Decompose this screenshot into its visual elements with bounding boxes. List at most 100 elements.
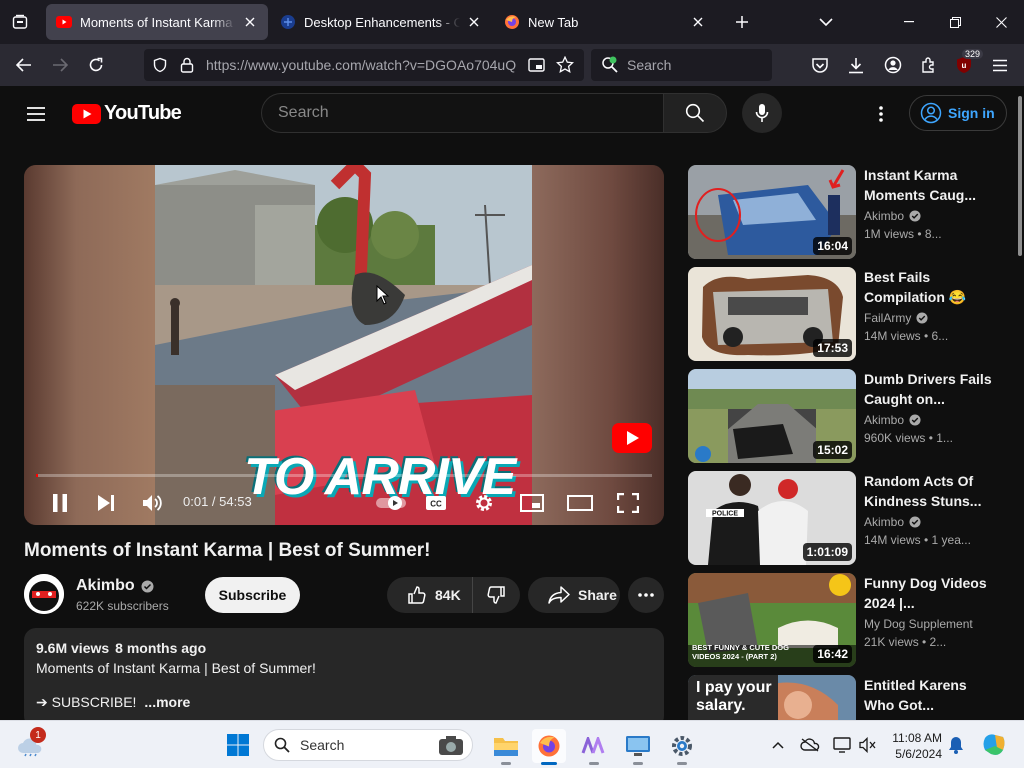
close-tab-icon[interactable] [690,14,706,30]
close-tab-icon[interactable] [242,14,258,30]
recommendation-thumbnail[interactable]: 17:53 [688,267,856,361]
recommendation-thumbnail[interactable]: POLICE 1:01:09 [688,471,856,565]
sign-in-button[interactable]: Sign in [909,95,1007,131]
progress-bar[interactable] [36,474,652,477]
recommendation-thumbnail[interactable]: I pay your salary. [688,675,856,720]
recommendation-title[interactable]: Instant Karma Moments Caug... [864,165,994,205]
scrollbar-thumb[interactable] [1018,96,1022,256]
file-explorer-icon[interactable] [489,729,523,765]
restore-icon[interactable] [932,0,978,44]
kebab-menu-icon[interactable] [868,100,894,128]
current-time: 0:01 [183,494,209,509]
settings-gear-icon[interactable] [466,485,502,521]
channel-name[interactable]: Akimbo [76,577,154,595]
like-button[interactable]: 84K [387,577,473,613]
youtube-watermark-icon[interactable] [612,423,652,453]
recommendation-title[interactable]: Best Fails Compilation 😂 [864,267,994,307]
pocket-icon[interactable] [808,53,832,77]
display-icon[interactable] [832,735,852,755]
chevron-up-icon[interactable] [768,735,788,755]
share-button[interactable]: Share [528,577,620,613]
copilot-icon[interactable] [981,732,1007,758]
video-duration: 1:01:09 [802,543,852,561]
windows-start-icon[interactable] [226,733,250,757]
share-label: Share [578,587,617,603]
app-indicator [633,762,643,765]
recommendation-title[interactable]: Funny Dog Videos 2024 |... [864,573,994,613]
reload-icon[interactable] [79,49,113,81]
recommendation-item[interactable]: 17:53 Best Fails Compilation 😂 FailArmy … [688,267,1008,361]
back-arrow-icon[interactable] [7,49,41,81]
extensions-puzzle-icon[interactable] [917,53,941,77]
close-tab-icon[interactable] [466,14,482,30]
video-player[interactable]: TO ARRIVE 0:01 / 54:53 CC [24,165,664,525]
weather-widget-icon[interactable]: 1 [16,727,46,759]
firefox-taskbar-icon[interactable] [532,729,566,765]
downloads-icon[interactable] [844,53,868,77]
miniplayer-icon[interactable] [514,485,550,521]
autoplay-toggle-icon[interactable] [374,485,410,521]
tab-youtube-karma[interactable]: Moments of Instant Karma | Best [46,4,268,40]
microphone-icon[interactable] [742,93,782,133]
bookmark-star-icon[interactable] [556,56,574,73]
shield-icon[interactable] [152,57,168,73]
tab-new-tab[interactable]: New Tab [494,4,716,40]
system-clock[interactable]: 11:08 AM 5/6/2024 [890,730,942,762]
channel-avatar[interactable] [24,574,64,614]
recommendation-item[interactable]: 15:02 Dumb Drivers Fails Caught on... Ak… [688,369,1008,463]
recommendation-item[interactable]: BEST FUNNY & CUTE DOG VIDEOS 2024 - (PAR… [688,573,1008,667]
recommendation-title[interactable]: Dumb Drivers Fails Caught on... [864,369,994,409]
taskbar-search[interactable]: Search [263,729,473,761]
recommendation-item[interactable]: 16:04 Instant Karma Moments Caug... Akim… [688,165,1008,259]
dots-app-icon[interactable] [577,729,611,765]
show-more-link[interactable]: ...more [144,694,190,711]
firefox-view-icon[interactable] [0,0,40,44]
theater-mode-icon[interactable] [562,485,598,521]
recommendation-channel: My Dog Supplement [864,617,973,631]
more-actions-icon[interactable] [628,577,664,613]
list-all-tabs-chevron-icon[interactable] [812,8,840,36]
onedrive-offline-icon[interactable] [800,735,820,755]
next-video-icon[interactable] [88,485,124,521]
browser-search-bar[interactable]: Search [591,49,772,81]
recommendation-thumbnail[interactable]: BEST FUNNY & CUTE DOG VIDEOS 2024 - (PAR… [688,573,856,667]
recommendation-thumbnail[interactable]: 16:04 [688,165,856,259]
youtube-logo[interactable]: YouTube [72,102,182,125]
recommendation-item[interactable]: I pay your salary. Entitled Karens Who G… [688,675,1008,720]
pause-icon[interactable] [42,485,78,521]
lock-icon[interactable] [180,57,194,73]
forward-arrow-icon[interactable] [43,49,77,81]
clock-time: 11:08 AM [892,731,942,745]
like-dislike-group: 84K [387,577,520,613]
search-icon[interactable] [663,93,727,133]
settings-gear-icon[interactable] [665,729,699,765]
tab-desktop-enhancements[interactable]: Desktop Enhancements - Other [270,4,492,40]
remote-desktop-icon[interactable] [621,729,655,765]
hamburger-menu-icon[interactable] [988,53,1012,77]
description-box[interactable]: 9.6M views 8 months ago Moments of Instan… [24,628,664,728]
recommendation-title[interactable]: Entitled Karens Who Got... [864,675,994,715]
picture-in-picture-icon[interactable] [528,57,545,73]
channel-name-text[interactable]: Akimbo [76,577,135,595]
guide-menu-icon[interactable] [20,100,52,128]
account-icon[interactable] [881,53,905,77]
ublock-shield-icon[interactable]: u 329 [952,49,984,77]
recommendation-thumbnail[interactable]: 15:02 [688,369,856,463]
page-scrollbar[interactable] [1016,86,1024,720]
url-bar[interactable]: https://www.youtube.com/watch?v=DGOAo704… [144,49,584,81]
youtube-search-input[interactable]: Search [261,93,663,133]
new-tab-plus-icon[interactable] [726,6,758,38]
recommendation-title[interactable]: Random Acts Of Kindness Stuns... [864,471,994,511]
minimize-icon[interactable] [886,0,932,44]
fullscreen-icon[interactable] [610,485,646,521]
closed-captions-icon[interactable]: CC [418,485,454,521]
volume-muted-icon[interactable] [858,735,878,755]
url-text[interactable]: https://www.youtube.com/watch?v=DGOAo704… [206,57,516,73]
subscribe-button[interactable]: Subscribe [205,577,300,613]
recommendation-item[interactable]: POLICE 1:01:09 Random Acts Of Kindness S… [688,471,1008,565]
close-window-icon[interactable] [978,0,1024,44]
notification-bell-icon[interactable] [946,735,966,755]
volume-icon[interactable] [135,485,171,521]
extension-badge-count: 329 [962,49,984,59]
thumbs-down-icon[interactable] [473,577,519,613]
